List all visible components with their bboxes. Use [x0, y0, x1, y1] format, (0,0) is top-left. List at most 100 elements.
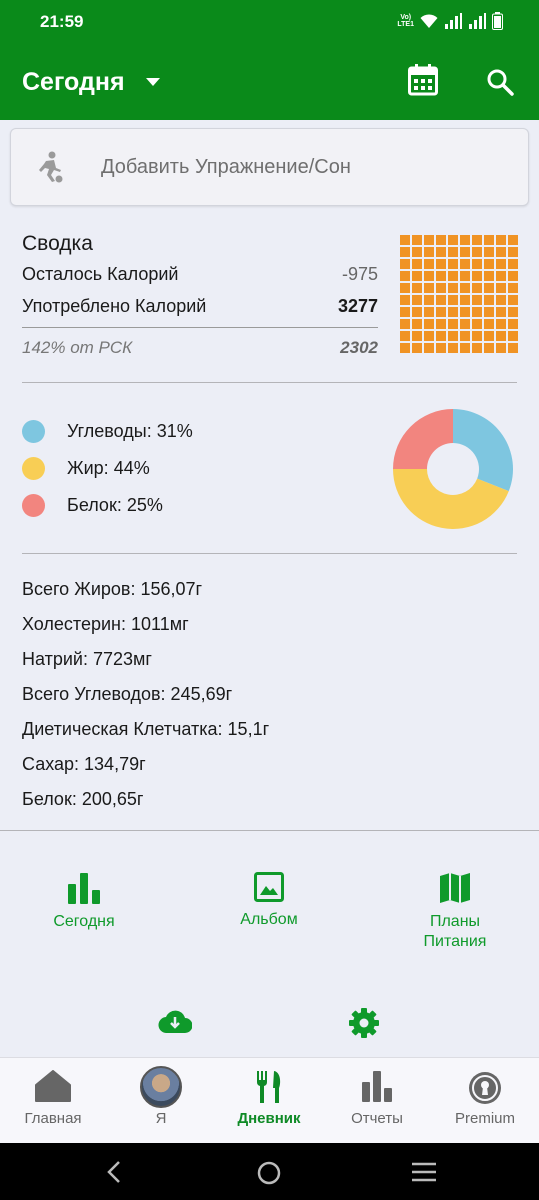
waffle-square — [508, 331, 518, 341]
waffle-square — [448, 319, 458, 329]
waffle-square — [448, 235, 458, 245]
waffle-square — [484, 331, 494, 341]
waffle-square — [460, 307, 470, 317]
tile-meal-plans-label: Планы Питания — [423, 913, 487, 950]
status-icons: Vo) LTE1 — [397, 12, 503, 30]
waffle-square — [436, 307, 446, 317]
waffle-square — [448, 271, 458, 281]
cloud-download-icon[interactable] — [158, 1008, 192, 1034]
tile-album[interactable]: Альбом — [219, 872, 319, 930]
waffle-square — [460, 247, 470, 257]
date-selector-title[interactable]: Сегодня — [22, 68, 125, 97]
waffle-square — [436, 295, 446, 305]
waffle-square — [460, 271, 470, 281]
divider — [22, 327, 378, 328]
waffle-square — [400, 307, 410, 317]
add-exercise-label: Добавить Упражнение/Сон — [101, 156, 351, 178]
waffle-square — [472, 259, 482, 269]
waffle-square — [484, 307, 494, 317]
waffle-square — [508, 283, 518, 293]
map-icon — [440, 873, 470, 903]
waffle-square — [484, 247, 494, 257]
battery-icon — [492, 12, 503, 30]
nav-reports[interactable]: Отчеты — [327, 1058, 427, 1144]
waffle-square — [448, 331, 458, 341]
waffle-square — [508, 235, 518, 245]
waffle-square — [448, 307, 458, 317]
waffle-square — [436, 247, 446, 257]
nutrient-sugar: Сахар: 134,79г — [22, 754, 146, 774]
avatar — [140, 1066, 182, 1108]
chevron-down-icon[interactable] — [146, 78, 160, 86]
tile-today[interactable]: Сегодня — [34, 872, 134, 932]
waffle-square — [496, 259, 506, 269]
waffle-square — [400, 271, 410, 281]
fat-color-dot — [22, 457, 45, 480]
premium-keyhole-icon — [469, 1072, 501, 1104]
nav-premium[interactable]: Premium — [435, 1058, 535, 1144]
waffle-square — [460, 259, 470, 269]
fork-knife-icon — [256, 1071, 281, 1103]
waffle-square — [412, 235, 422, 245]
macro-donut-chart — [393, 409, 513, 529]
waffle-square — [448, 283, 458, 293]
waffle-square — [436, 343, 446, 353]
waffle-square — [472, 247, 482, 257]
nutrient-cholesterol: Холестерин: 1011мг — [22, 614, 189, 634]
waffle-square — [496, 307, 506, 317]
recents-icon[interactable] — [411, 1161, 437, 1183]
rsk-label: 142% от РСК — [22, 338, 133, 357]
waffle-square — [496, 271, 506, 281]
waffle-square — [448, 259, 458, 269]
waffle-square — [508, 271, 518, 281]
waffle-square — [508, 247, 518, 257]
waffle-square — [496, 331, 506, 341]
image-icon — [254, 872, 284, 902]
gear-icon[interactable] — [348, 1007, 380, 1039]
waffle-square — [436, 271, 446, 281]
waffle-square — [472, 295, 482, 305]
search-icon[interactable] — [486, 68, 514, 96]
waffle-square — [484, 271, 494, 281]
waffle-square — [412, 331, 422, 341]
add-exercise-sleep-button[interactable]: Добавить Упражнение/Сон — [10, 128, 529, 206]
waffle-square — [472, 343, 482, 353]
waffle-square — [424, 271, 434, 281]
waffle-square — [424, 331, 434, 341]
waffle-square — [436, 259, 446, 269]
system-navigation-bar — [0, 1143, 539, 1200]
waffle-square — [484, 283, 494, 293]
reports-bar-icon — [362, 1071, 392, 1102]
waffle-square — [460, 331, 470, 341]
tile-album-label: Альбом — [240, 911, 298, 928]
back-icon[interactable] — [106, 1161, 122, 1183]
waffle-square — [424, 235, 434, 245]
signal-icon-2 — [469, 13, 486, 29]
nav-home[interactable]: Главная — [3, 1058, 103, 1144]
waffle-square — [460, 283, 470, 293]
waffle-square — [400, 319, 410, 329]
home-icon — [35, 1070, 71, 1102]
tile-meal-plans[interactable]: Планы Питания — [390, 872, 520, 952]
home-circle-icon[interactable] — [257, 1161, 281, 1185]
status-bar: 21:59 Vo) LTE1 — [0, 0, 539, 44]
wifi-icon — [420, 14, 438, 28]
nav-diary[interactable]: Дневник — [219, 1058, 319, 1144]
waffle-square — [436, 235, 446, 245]
donut-slice-carbs — [453, 409, 513, 492]
nav-home-label: Главная — [24, 1110, 82, 1127]
waffle-square — [448, 343, 458, 353]
waffle-square — [496, 295, 506, 305]
waffle-square — [424, 283, 434, 293]
fat-label: Жир: 44% — [67, 458, 150, 478]
waffle-square — [496, 343, 506, 353]
tile-today-label: Сегодня — [53, 913, 115, 930]
nav-reports-label: Отчеты — [351, 1110, 403, 1127]
calendar-icon[interactable] — [408, 64, 438, 96]
nav-me[interactable]: Я — [111, 1058, 211, 1144]
waffle-square — [424, 259, 434, 269]
waffle-square — [496, 247, 506, 257]
volte-icon: Vo) LTE1 — [397, 14, 414, 28]
waffle-square — [496, 319, 506, 329]
waffle-square — [412, 271, 422, 281]
